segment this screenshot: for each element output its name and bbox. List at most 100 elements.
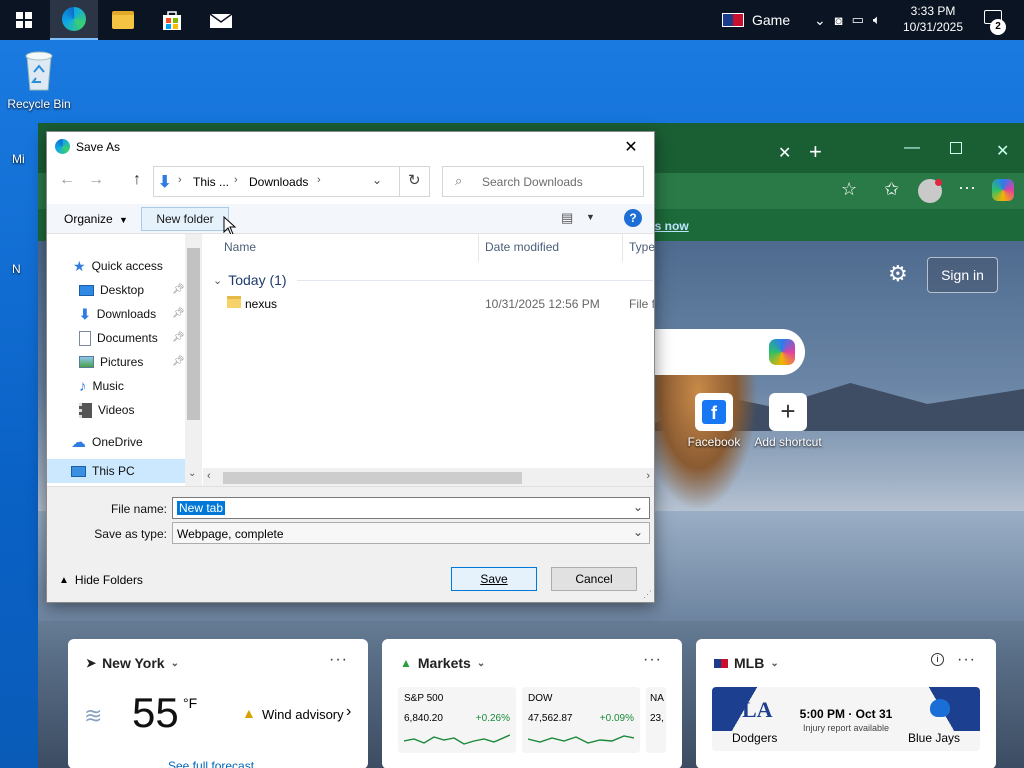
close-window-icon[interactable]: ✕ [996, 141, 1009, 161]
nav-music[interactable]: ♪ Music [79, 374, 124, 398]
address-bar[interactable]: ⬇ › This ... › Downloads › ⌄ [153, 166, 430, 197]
close-icon[interactable]: ✕ [608, 132, 654, 162]
nav-scrollbar[interactable]: ⌄ [185, 234, 202, 486]
mlb-small-icon [722, 13, 744, 27]
group-header-today[interactable]: ⌄ Today (1) [213, 270, 653, 290]
up-arrow-icon[interactable]: ↑ [133, 171, 141, 189]
new-folder-button[interactable]: New folder [141, 207, 229, 231]
info-icon[interactable]: i [931, 653, 944, 666]
nav-pictures[interactable]: Pictures [79, 350, 143, 374]
file-name-dropdown-icon[interactable]: ⌄ [633, 500, 643, 514]
new-tab-icon[interactable]: + [809, 139, 822, 165]
ticker-change: +0.26% [475, 713, 510, 724]
start-button[interactable] [0, 0, 48, 40]
address-dropdown-icon[interactable]: ⌄ [372, 173, 382, 187]
chevron-down-icon[interactable]: ⌄ [171, 658, 179, 669]
cancel-button[interactable]: Cancel [551, 567, 637, 591]
recycle-bin[interactable]: Recycle Bin [4, 48, 74, 111]
hide-folders-toggle[interactable]: ▲ Hide Folders [59, 573, 143, 587]
nav-scroll-thumb[interactable] [187, 248, 200, 420]
system-tray: ⌄ ◙ ▭ 🔈︎ [814, 0, 881, 40]
save-type-dropdown-icon[interactable]: ⌄ [633, 525, 643, 539]
desktop-icon-partial[interactable]: N [12, 262, 32, 302]
chevron-right-icon[interactable]: › [346, 703, 351, 721]
mlb-card[interactable]: MLB ⌄ i ··· LA Dodgers 5:00 PM · Oct 31 … [696, 639, 996, 768]
sign-in-button[interactable]: Sign in [927, 257, 998, 293]
organize-menu[interactable]: Organize ▼ [64, 212, 128, 226]
nav-desktop[interactable]: Desktop [79, 278, 144, 302]
weather-card[interactable]: ➤ New York ⌄ ··· ≋ 55 °F ▲ Wind advisory… [68, 639, 368, 768]
nav-documents[interactable]: Documents [79, 326, 158, 350]
save-button[interactable]: Save [451, 567, 537, 591]
save-type-select[interactable]: Webpage, complete ⌄ [172, 522, 650, 544]
card-menu-icon[interactable]: ··· [957, 651, 976, 669]
ticker-name: S&P 500 [404, 693, 444, 704]
weather-footer-link[interactable]: See full forecast [168, 759, 254, 768]
chevron-up-icon[interactable]: ⌄ [814, 12, 826, 29]
maximize-icon[interactable] [950, 142, 962, 154]
file-name-field[interactable]: New tab ⌄ [172, 497, 650, 519]
search-input[interactable]: ⌕ Search Downloads [442, 166, 644, 197]
resize-grip-icon[interactable]: ⋰ [643, 589, 652, 600]
nav-this-pc[interactable]: This PC [47, 459, 185, 483]
column-header-name[interactable]: Name [224, 240, 256, 254]
breadcrumb-this-pc[interactable]: This ... [193, 175, 229, 189]
ticker-dow[interactable]: DOW 47,562.87 +0.09% [522, 687, 640, 753]
column-header-date[interactable]: Date modified [485, 240, 559, 254]
taskbar-file-explorer[interactable] [99, 0, 147, 40]
scroll-left-icon[interactable]: ‹ [207, 470, 211, 482]
file-row[interactable]: nexus 10/31/2025 12:56 PM File fo [204, 292, 654, 314]
shortcut-add[interactable]: + Add shortcut [743, 393, 833, 449]
close-tab-icon[interactable]: ✕ [778, 143, 791, 163]
bluejays-bird-icon [930, 699, 950, 717]
chevron-down-icon[interactable]: ⌄ [477, 658, 485, 669]
scroll-right-icon[interactable]: › [646, 470, 650, 482]
column-header-type[interactable]: Type [629, 240, 655, 254]
newtab-search-box[interactable] [655, 329, 805, 375]
view-dropdown-icon[interactable]: ▼ [586, 212, 595, 222]
breadcrumb-downloads[interactable]: Downloads [249, 175, 308, 189]
taskbar-mail[interactable] [197, 0, 245, 40]
column-separator[interactable] [622, 234, 623, 262]
nav-downloads[interactable]: ⬇ Downloads [79, 302, 156, 326]
shortcut-facebook[interactable]: f Facebook [674, 393, 754, 449]
mouse-cursor-icon [223, 216, 237, 236]
favorites-icon[interactable]: ✩ [884, 179, 899, 200]
minimize-icon[interactable]: — [904, 139, 920, 157]
ticker-nasdaq[interactable]: NA 23, [646, 687, 666, 753]
column-separator[interactable] [478, 234, 479, 262]
nav-label: This PC [92, 464, 135, 478]
chevron-down-icon[interactable]: ⌄ [770, 658, 778, 669]
nav-quick-access[interactable]: ★ Quick access [73, 254, 163, 278]
back-arrow-icon[interactable]: ← [59, 171, 75, 189]
nav-videos[interactable]: Videos [79, 398, 134, 422]
desktop-icon-partial[interactable]: Mi [12, 152, 32, 192]
meet-now-icon[interactable]: ◙ [835, 13, 843, 28]
card-menu-icon[interactable]: ··· [643, 651, 662, 669]
view-options-icon[interactable]: ▤ [561, 210, 573, 226]
nav-onedrive[interactable]: ☁ OneDrive [71, 430, 143, 454]
forward-arrow-icon[interactable]: → [88, 171, 104, 189]
game-widget[interactable]: Game [722, 0, 790, 40]
weather-alert[interactable]: Wind advisory [262, 707, 344, 722]
settings-gear-icon[interactable]: ⚙ [888, 261, 908, 287]
dialog-titlebar[interactable]: Save As ✕ [47, 132, 654, 162]
copilot-icon[interactable] [992, 179, 1014, 201]
horizontal-scroll-thumb[interactable] [223, 472, 522, 484]
refresh-button[interactable]: ↻ [399, 166, 430, 197]
markets-card[interactable]: ▲ Markets ⌄ ··· S&P 500 6,840.20 +0.26% … [382, 639, 682, 768]
scroll-down-icon[interactable]: ⌄ [188, 468, 196, 479]
mlb-game[interactable]: LA Dodgers 5:00 PM · Oct 31 Injury repor… [712, 687, 980, 751]
card-menu-icon[interactable]: ··· [329, 651, 348, 669]
ticker-sp500[interactable]: S&P 500 6,840.20 +0.26% [398, 687, 516, 753]
taskbar: Game ⌄ ◙ ▭ 🔈︎ 3:33 PM 10/31/2025 2 [0, 0, 1024, 40]
taskbar-store[interactable] [148, 0, 196, 40]
network-icon[interactable]: ▭ [852, 12, 864, 28]
clock[interactable]: 3:33 PM 10/31/2025 [898, 3, 968, 35]
volume-muted-icon[interactable]: 🔈︎ [873, 12, 881, 28]
taskbar-edge[interactable] [50, 0, 98, 40]
favorite-star-icon[interactable]: ☆ [841, 179, 857, 200]
help-icon[interactable]: ? [624, 209, 642, 227]
copilot-search-icon[interactable] [769, 339, 795, 365]
more-icon[interactable]: ··· [958, 177, 976, 198]
